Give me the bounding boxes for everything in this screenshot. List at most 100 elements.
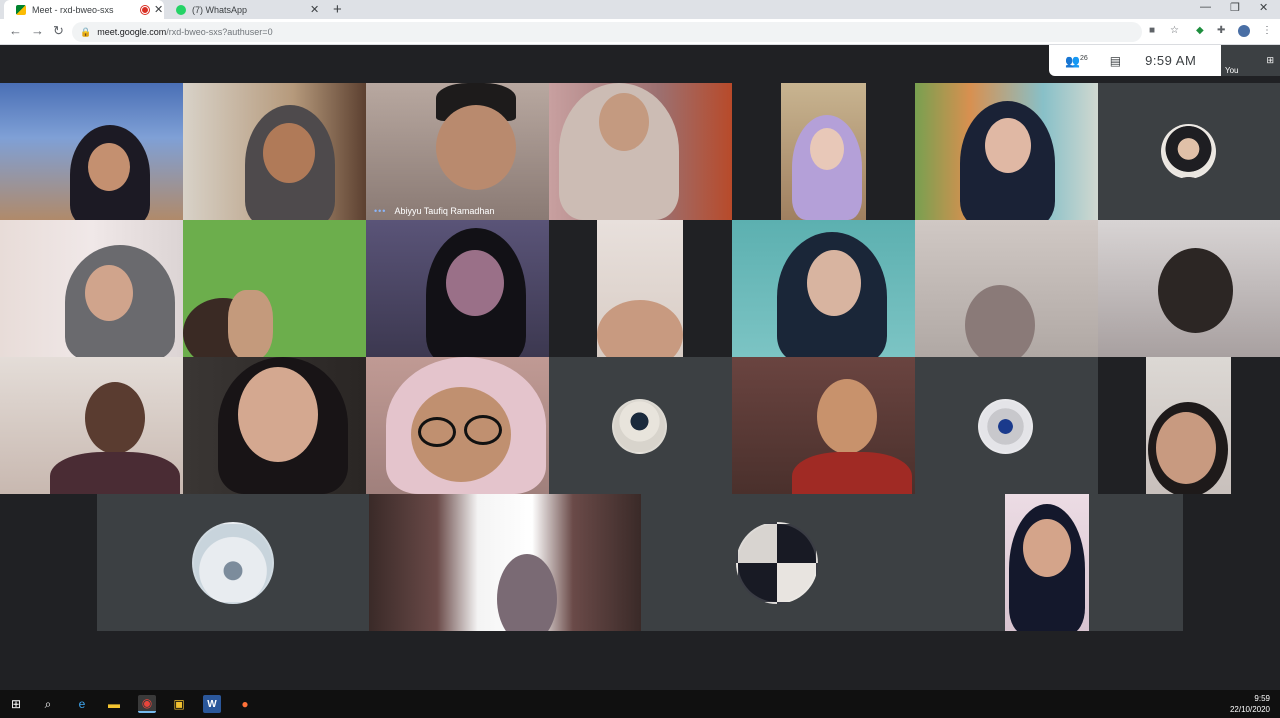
- close-tab-whatsapp-icon[interactable]: ✕: [310, 3, 319, 16]
- extensions-puzzle-icon[interactable]: ✚: [1217, 25, 1225, 36]
- participant-tile[interactable]: [0, 357, 183, 494]
- participant-face: [263, 123, 315, 183]
- new-tab-icon[interactable]: +: [333, 1, 342, 18]
- participant-body: [50, 452, 180, 494]
- profile-avatar[interactable]: [1238, 25, 1250, 37]
- participant-face: [965, 285, 1035, 357]
- restore-icon[interactable]: ❐: [1230, 1, 1240, 14]
- participant-face: [1156, 412, 1216, 484]
- word-icon[interactable]: W: [203, 695, 221, 713]
- close-window-icon[interactable]: ✕: [1259, 1, 1268, 14]
- participant-tile-avatar[interactable]: [641, 494, 913, 631]
- participant-tile[interactable]: [366, 357, 549, 494]
- participant-glasses: [418, 417, 456, 447]
- participant-tile[interactable]: [0, 220, 183, 357]
- participant-face: [436, 105, 516, 190]
- participant-glasses: [464, 415, 502, 445]
- participant-tile[interactable]: [183, 83, 366, 220]
- minimize-icon[interactable]: —: [1200, 1, 1211, 13]
- participant-face: [238, 367, 318, 462]
- participant-body: [792, 452, 912, 494]
- system-time: 9:59: [1254, 694, 1270, 703]
- participant-face: [85, 382, 145, 454]
- tab-meet[interactable]: Meet - rxd-bweo-sxs ✕: [4, 0, 164, 19]
- participant-tile[interactable]: [732, 83, 915, 220]
- participant-tile[interactable]: [1098, 220, 1280, 357]
- participant-count: 26: [1079, 54, 1088, 62]
- speaker-nametag: ••• Abiyyu Taufiq Ramadhan: [374, 206, 494, 216]
- participant-avatar: [978, 399, 1033, 454]
- tab-whatsapp[interactable]: (7) WhatsApp ✕: [164, 0, 324, 19]
- participant-tile[interactable]: [1098, 357, 1280, 494]
- participant-tile[interactable]: [549, 220, 732, 357]
- participant-tile[interactable]: [732, 357, 915, 494]
- search-icon[interactable]: ⌕: [39, 695, 57, 713]
- participants-button[interactable]: 👥26: [1065, 54, 1088, 68]
- sticky-app-icon[interactable]: ▣: [170, 695, 188, 713]
- participant-tile[interactable]: [915, 83, 1098, 220]
- meet-favicon-icon: [16, 4, 26, 15]
- windows-taskbar: ⊞ ⌕ e ▬ ◉ ▣ W ● 9:59 22/10/2020: [0, 690, 1280, 718]
- participant-face: [1023, 519, 1071, 577]
- recording-indicator-icon: [141, 6, 149, 14]
- participant-face: [599, 93, 649, 151]
- participant-tile[interactable]: [183, 220, 366, 357]
- browser-tabstrip: Meet - rxd-bweo-sxs ✕ (7) WhatsApp ✕ + —…: [0, 0, 1280, 19]
- participant-tile[interactable]: [369, 494, 641, 631]
- self-label: You: [1225, 66, 1239, 75]
- menu-kebab-icon[interactable]: ⋮: [1262, 25, 1272, 36]
- back-icon[interactable]: ←: [9, 23, 22, 38]
- participant-tile-avatar[interactable]: [1098, 83, 1280, 220]
- participant-tile[interactable]: [183, 357, 366, 494]
- firefox-icon[interactable]: ●: [236, 695, 254, 713]
- participant-face: [446, 250, 504, 316]
- participant-face: [1158, 248, 1233, 333]
- participant-avatar: [612, 399, 667, 454]
- participant-tile[interactable]: [549, 83, 732, 220]
- participant-face: [88, 143, 130, 191]
- participant-tile[interactable]: [366, 220, 549, 357]
- bookmark-star-icon[interactable]: ☆: [1170, 25, 1179, 36]
- reload-icon[interactable]: ↻: [53, 23, 64, 39]
- address-bar[interactable]: 🔒 meet.google.com/rxd-bweo-sxs?authuser=…: [72, 22, 1142, 42]
- windows-start-icon[interactable]: ⊞: [7, 695, 25, 713]
- participant-avatar: [192, 522, 274, 604]
- chat-icon[interactable]: ▤: [1110, 54, 1121, 68]
- participant-avatar: [1161, 124, 1216, 179]
- participant-tile[interactable]: [915, 220, 1098, 357]
- participant-tile-avatar[interactable]: [97, 494, 369, 631]
- participant-face: [817, 379, 877, 454]
- participant-face: [85, 265, 133, 321]
- system-clock[interactable]: 9:59 22/10/2020: [1230, 693, 1270, 715]
- participant-tile[interactable]: [0, 83, 183, 220]
- browser-toolbar: ← → ↻ 🔒 meet.google.com/rxd-bweo-sxs?aut…: [0, 19, 1280, 45]
- self-view-tile[interactable]: You ⊞: [1221, 45, 1280, 76]
- tab-whatsapp-title: (7) WhatsApp: [192, 4, 248, 15]
- url-path: /rxd-bweo-sxs?authuser=0: [166, 27, 273, 37]
- whatsapp-favicon-icon: [176, 4, 186, 15]
- camera-permission-icon[interactable]: ■: [1149, 25, 1155, 36]
- chrome-icon[interactable]: ◉: [138, 695, 156, 713]
- close-tab-meet-icon[interactable]: ✕: [154, 3, 163, 16]
- forward-icon[interactable]: →: [31, 23, 44, 38]
- extension-icon[interactable]: ◆: [1196, 25, 1204, 36]
- participant-hand: [228, 290, 273, 357]
- participant-face: [810, 128, 844, 170]
- lock-icon: 🔒: [80, 26, 92, 37]
- participant-face: [985, 118, 1031, 173]
- participant-tile-speaking[interactable]: ••• Abiyyu Taufiq Ramadhan: [366, 83, 549, 220]
- meeting-clock: 9:59 AM: [1145, 53, 1197, 68]
- speaker-name: Abiyyu Taufiq Ramadhan: [394, 206, 495, 216]
- speaking-indicator-icon: •••: [374, 206, 387, 216]
- participant-tile-avatar[interactable]: [915, 357, 1098, 494]
- participant-face: [807, 250, 861, 316]
- participant-tile[interactable]: [913, 494, 1183, 631]
- participant-tile[interactable]: [732, 220, 915, 357]
- layout-grid-icon[interactable]: ⊞: [1266, 55, 1274, 66]
- meeting-info-panel: 👥26 ▤ 9:59 AM: [1049, 45, 1221, 76]
- file-explorer-icon[interactable]: ▬: [105, 695, 123, 713]
- participant-tile-avatar[interactable]: [549, 357, 732, 494]
- url-host: meet.google.com: [97, 27, 167, 37]
- edge-icon[interactable]: e: [73, 695, 91, 713]
- tab-meet-title: Meet - rxd-bweo-sxs: [32, 4, 114, 15]
